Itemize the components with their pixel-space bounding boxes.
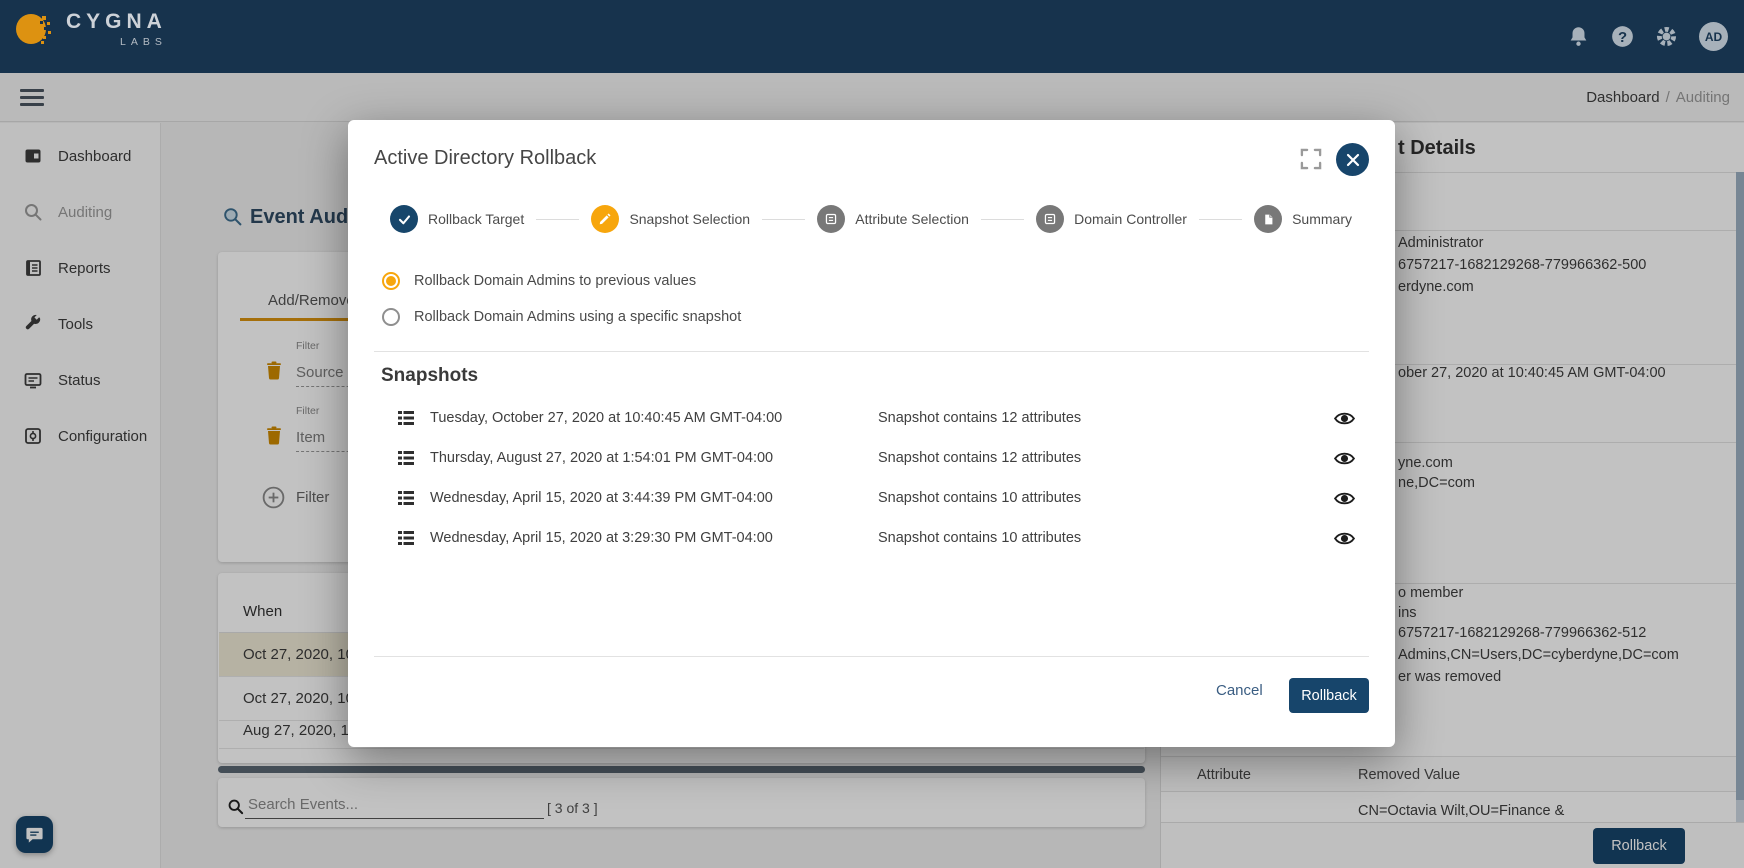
- snapshot-info: Snapshot contains 10 attributes: [878, 530, 1082, 546]
- step-label: Rollback Target: [428, 211, 525, 227]
- snapshot-date: Tuesday, October 27, 2020 at 10:40:45 AM…: [430, 410, 783, 426]
- expand-icon[interactable]: [1298, 146, 1324, 172]
- step-snapshot-selection[interactable]: Snapshot Selection: [591, 205, 750, 233]
- snapshot-info: Snapshot contains 12 attributes: [878, 450, 1082, 466]
- list-icon: [1044, 213, 1056, 225]
- brand-logo: CYGNA LABS: [14, 10, 167, 48]
- snapshot-row[interactable]: Tuesday, October 27, 2020 at 10:40:45 AM…: [374, 399, 1369, 439]
- snapshot-date: Wednesday, April 15, 2020 at 3:44:39 PM …: [430, 490, 773, 506]
- snapshot-row[interactable]: Wednesday, April 15, 2020 at 3:44:39 PM …: [374, 479, 1369, 519]
- snapshot-info: Snapshot contains 12 attributes: [878, 410, 1082, 426]
- snapshots-heading: Snapshots: [381, 365, 479, 386]
- help-icon[interactable]: ?: [1611, 25, 1634, 48]
- modal-rollback-button[interactable]: Rollback: [1289, 678, 1369, 713]
- snapshot-list-icon: [398, 531, 414, 545]
- option-specific-snapshot[interactable]: Rollback Domain Admins using a specific …: [382, 308, 741, 326]
- step-domain-controller[interactable]: Domain Controller: [1036, 205, 1187, 233]
- step-label: Snapshot Selection: [629, 211, 751, 227]
- step-rollback-target[interactable]: Rollback Target: [390, 205, 524, 233]
- option-previous-values[interactable]: Rollback Domain Admins to previous value…: [382, 272, 696, 290]
- brand-sub: LABS: [119, 35, 167, 48]
- radio-label: Rollback Domain Admins using a specific …: [414, 309, 742, 325]
- radio-selected-icon: [382, 272, 400, 290]
- step-summary[interactable]: Summary: [1254, 205, 1352, 233]
- wizard-stepper: Rollback Target Snapshot Selection Attri…: [390, 205, 1352, 233]
- avatar[interactable]: AD: [1699, 22, 1728, 51]
- snapshot-list-icon: [398, 411, 414, 425]
- close-icon: [1346, 153, 1359, 166]
- snapshot-date: Thursday, August 27, 2020 at 1:54:01 PM …: [430, 450, 774, 466]
- brand-name: CYGNA: [66, 9, 167, 33]
- screen: CYGNA LABS ? AD Dashboard / Auditing Das…: [0, 0, 1744, 868]
- snapshot-info: Snapshot contains 10 attributes: [878, 490, 1082, 506]
- step-attribute-selection[interactable]: Attribute Selection: [817, 205, 969, 233]
- close-button[interactable]: [1336, 143, 1369, 176]
- snapshot-list-icon: [398, 451, 414, 465]
- eye-icon[interactable]: [1333, 527, 1356, 550]
- list-icon: [826, 213, 837, 225]
- snapshot-list-icon: [398, 491, 414, 505]
- document-icon: [1264, 214, 1272, 224]
- check-icon: [398, 214, 410, 224]
- step-label: Attribute Selection: [855, 211, 969, 227]
- step-label: Summary: [1292, 211, 1352, 227]
- pencil-icon: [600, 213, 611, 225]
- rollback-modal: Active Directory Rollback Rollback Targe…: [348, 120, 1395, 747]
- radio-unselected-icon: [382, 308, 400, 326]
- snapshot-row[interactable]: Wednesday, April 15, 2020 at 3:29:30 PM …: [374, 519, 1369, 559]
- eye-icon[interactable]: [1333, 487, 1356, 510]
- bell-icon[interactable]: [1567, 25, 1590, 48]
- radio-label: Rollback Domain Admins to previous value…: [414, 273, 697, 289]
- step-label: Domain Controller: [1074, 211, 1187, 227]
- cancel-button[interactable]: Cancel: [1216, 682, 1263, 699]
- modal-title: Active Directory Rollback: [374, 147, 597, 169]
- eye-icon[interactable]: [1333, 407, 1356, 430]
- cygna-logo-icon: [14, 10, 52, 48]
- snapshot-date: Wednesday, April 15, 2020 at 3:29:30 PM …: [430, 530, 773, 546]
- eye-icon[interactable]: [1333, 447, 1356, 470]
- app-header: CYGNA LABS ? AD: [0, 0, 1744, 73]
- gear-icon[interactable]: [1655, 25, 1678, 48]
- svg-text:?: ?: [1618, 29, 1627, 46]
- snapshot-row[interactable]: Thursday, August 27, 2020 at 1:54:01 PM …: [374, 439, 1369, 479]
